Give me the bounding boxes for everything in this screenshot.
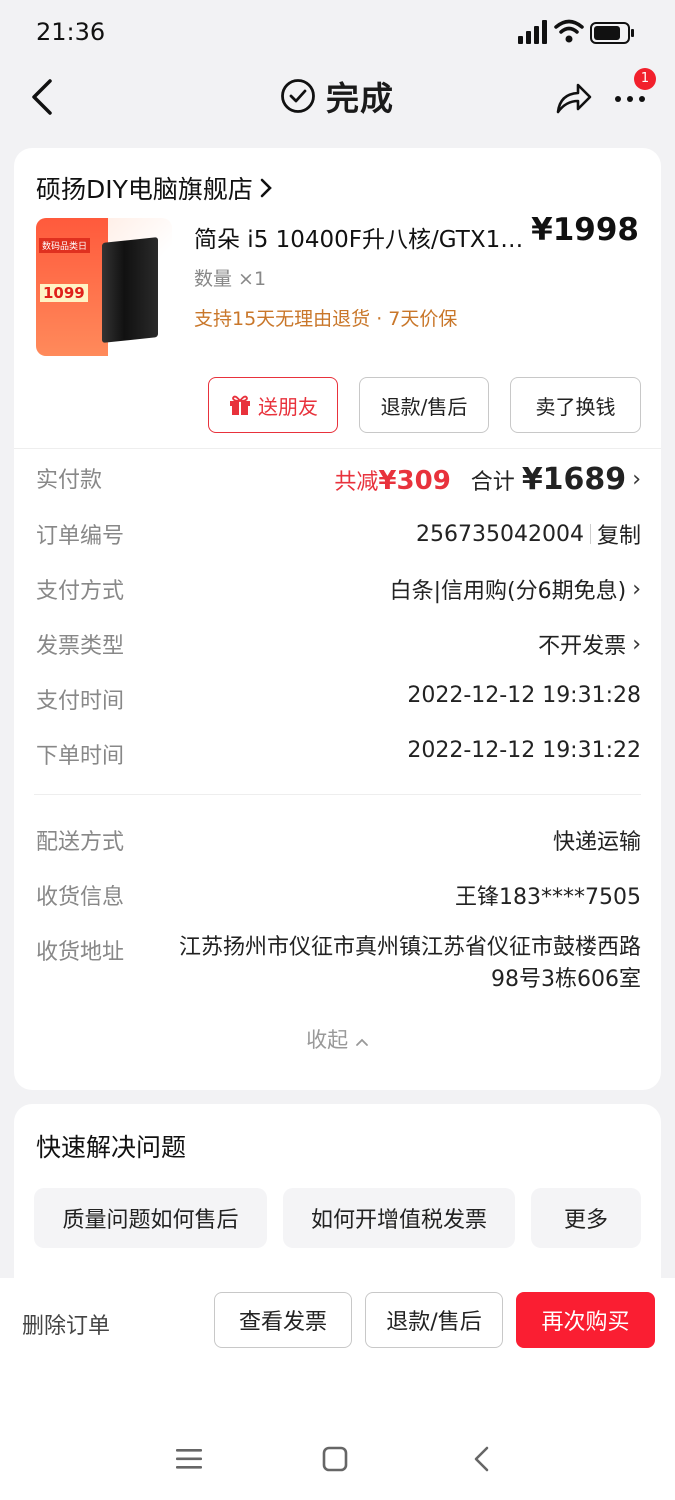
gift-friend-button[interactable]: 送朋友	[208, 377, 338, 433]
pay-time-label: 支付时间	[36, 689, 125, 714]
quality-aftersales-chip[interactable]: 质量问题如何售后	[34, 1188, 267, 1248]
recent-apps-icon[interactable]	[175, 1446, 203, 1472]
signal-icon	[518, 20, 547, 44]
invoice-type-value: 不开发票	[538, 634, 627, 659]
receiver-value: 王锋183****7505	[455, 885, 641, 910]
collapse-label: 收起	[306, 1028, 349, 1052]
order-number-value: 256735042004	[416, 521, 584, 547]
order-time-label: 下单时间	[36, 744, 125, 769]
product-image[interactable]: 数码品类日 1099	[36, 218, 172, 356]
service-guarantee: 支持15天无理由退货 · 7天价保	[194, 308, 458, 330]
pay-time-row: 支付时间 2022-12-12 19:31:28	[36, 677, 641, 717]
address-label: 收货地址	[36, 940, 125, 965]
promo-price: 1099	[40, 284, 88, 302]
payment-method-label: 支付方式	[36, 579, 125, 604]
chevron-right-icon: ›	[632, 576, 641, 602]
separator	[589, 524, 591, 544]
payment-method-value: 白条|信用购(分6期免息)	[389, 579, 627, 604]
view-invoice-button[interactable]: 查看发票	[214, 1292, 352, 1348]
receiver-label: 收货信息	[36, 885, 125, 910]
product-title[interactable]: 简朵 i5 10400F升八核/GTX1…	[194, 220, 534, 254]
order-number-label: 订单编号	[36, 524, 125, 549]
pay-time-value: 2022-12-12 19:31:28	[407, 683, 641, 708]
pc-case-image	[102, 237, 158, 343]
battery-icon	[590, 22, 634, 44]
shop-link[interactable]: 硕扬DIY电脑旗舰店	[36, 170, 273, 206]
divider	[14, 448, 661, 449]
chevron-right-icon: ›	[632, 631, 641, 657]
payment-label: 实付款	[36, 468, 103, 493]
product-price: ¥1998	[531, 212, 639, 248]
order-time-value: 2022-12-12 19:31:22	[407, 738, 641, 763]
promo-tag: 数码品类日	[39, 238, 91, 253]
system-nav-bar	[0, 1430, 675, 1490]
total-amount: 合计 ¥1689	[470, 462, 627, 497]
status-time: 21:36	[36, 18, 106, 46]
more-help-chip[interactable]: 更多	[531, 1188, 641, 1248]
wifi-icon	[554, 19, 584, 43]
invoice-type-label: 发票类型	[36, 634, 125, 659]
promo-banner: 数码品类日 1099	[36, 218, 108, 356]
nav-bar: 完成	[0, 64, 675, 134]
refund-aftersales-button[interactable]: 退款/售后	[365, 1292, 503, 1348]
delivery-method-row: 配送方式 快递运输	[36, 818, 641, 858]
delete-order-button[interactable]: 删除订单	[22, 1308, 110, 1340]
quick-help-title: 快速解决问题	[36, 1133, 187, 1162]
payment-method-row[interactable]: 支付方式 白条|信用购(分6期免息) ›	[36, 567, 641, 607]
gift-icon	[230, 395, 250, 415]
chevron-right-icon: ›	[632, 467, 641, 492]
home-icon[interactable]	[322, 1446, 348, 1472]
order-number-row: 订单编号 256735042004 复制	[36, 512, 641, 552]
buy-again-button[interactable]: 再次购买	[516, 1292, 655, 1348]
chevron-right-icon	[260, 178, 272, 198]
page-title: 完成	[280, 74, 394, 118]
quick-help-card: 快速解决问题 质量问题如何售后 如何开增值税发票 更多	[14, 1104, 661, 1304]
order-time-row: 下单时间 2022-12-12 19:31:22	[36, 732, 641, 772]
shop-name: 硕扬DIY电脑旗舰店	[36, 175, 253, 204]
vat-invoice-chip[interactable]: 如何开增值税发票	[283, 1188, 515, 1248]
address-row: 收货地址 江苏扬州市仪征市真州镇江苏省仪征市鼓楼西路98号3栋606室	[36, 928, 641, 1008]
system-back-icon[interactable]	[472, 1446, 492, 1472]
delivery-method-value: 快递运输	[552, 830, 641, 855]
divider	[34, 794, 641, 795]
copy-button[interactable]: 复制	[597, 518, 641, 550]
gift-friend-label: 送朋友	[258, 394, 318, 419]
check-circle-icon	[281, 79, 315, 113]
notification-badge: 1	[634, 68, 656, 90]
discount-amount: 共减¥309	[334, 465, 451, 496]
receiver-row: 收货信息 王锋183****7505	[36, 873, 641, 913]
invoice-type-row[interactable]: 发票类型 不开发票 ›	[36, 622, 641, 662]
address-value: 江苏扬州市仪征市真州镇江苏省仪征市鼓楼西路98号3栋606室	[178, 935, 641, 992]
back-icon[interactable]	[28, 78, 58, 116]
status-bar: 21:36	[0, 0, 675, 64]
chevron-up-icon	[355, 1038, 368, 1046]
page-title-text: 完成	[326, 79, 394, 118]
collapse-toggle[interactable]: 收起	[14, 1024, 661, 1054]
product-quantity: 数量 ×1	[194, 268, 267, 290]
share-icon[interactable]	[554, 80, 594, 116]
delivery-method-label: 配送方式	[36, 830, 125, 855]
order-card: 硕扬DIY电脑旗舰店 数码品类日 1099 简朵 i5 10400F升八核/GT…	[14, 148, 661, 1090]
refund-button[interactable]: 退款/售后	[359, 377, 489, 433]
payment-row[interactable]: 实付款 共减¥309 合计 ¥1689 ›	[36, 456, 641, 497]
sell-button[interactable]: 卖了换钱	[510, 377, 641, 433]
